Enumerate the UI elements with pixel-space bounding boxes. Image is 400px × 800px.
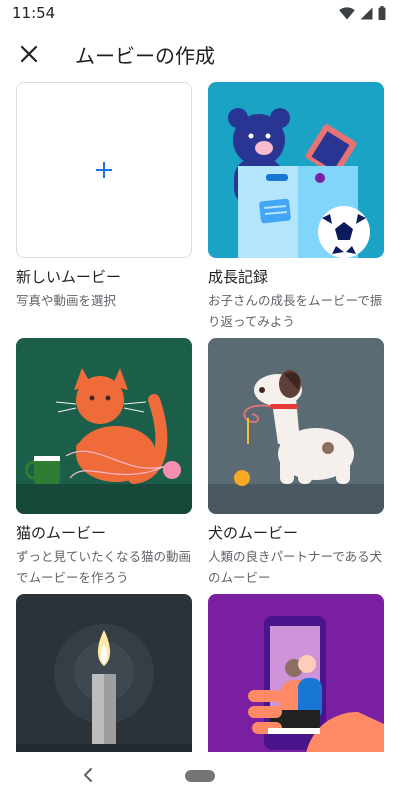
system-nav-bar — [0, 752, 400, 800]
close-icon — [20, 45, 38, 63]
new-movie-thumbnail[interactable] — [16, 82, 192, 258]
status-icons — [339, 6, 386, 20]
home-pill-button[interactable] — [185, 770, 215, 782]
dog-illustration — [208, 338, 384, 514]
cat-thumbnail[interactable] — [16, 338, 192, 514]
card-candle-movie[interactable] — [16, 594, 192, 752]
card-description: 人類の良きパートナーである犬のムービー — [208, 549, 383, 585]
card-description: ずっと見ていたくなる猫の動画でムービーを作ろう — [16, 549, 192, 585]
candle-thumbnail[interactable] — [16, 594, 192, 752]
status-bar: 11:54 — [0, 0, 400, 26]
card-selfie-movie[interactable] — [208, 594, 384, 752]
wifi-icon — [339, 6, 355, 19]
card-title: 猫のムービー — [16, 524, 107, 542]
signal-icon — [360, 7, 373, 19]
card-cat-movie[interactable]: 猫のムービー ずっと見ていたくなる猫の動画でムービーを作ろう — [16, 338, 192, 588]
close-button[interactable] — [1, 26, 57, 82]
card-title: 新しいムービー — [16, 268, 122, 286]
card-title: 成長記録 — [208, 268, 269, 286]
page-title: ムービーの作成 — [75, 43, 215, 68]
card-description: 写真や動画を選択 — [16, 293, 117, 308]
battery-icon — [378, 6, 386, 20]
plus-icon — [96, 162, 112, 178]
candle-illustration — [16, 594, 192, 752]
card-title: 犬のムービー — [208, 524, 299, 542]
selfie-illustration — [208, 594, 384, 752]
growth-thumbnail[interactable] — [208, 82, 384, 258]
dog-thumbnail[interactable] — [208, 338, 384, 514]
toy-box-illustration — [208, 82, 384, 258]
back-icon[interactable] — [76, 762, 100, 788]
card-description: お子さんの成長をムービーで振り返ってみよう — [208, 293, 383, 329]
status-time: 11:54 — [12, 4, 56, 22]
selfie-thumbnail[interactable] — [208, 594, 384, 752]
cat-illustration — [16, 338, 192, 514]
card-growth-record[interactable]: 成長記録 お子さんの成長をムービーで振り返ってみよう — [208, 82, 384, 332]
template-grid[interactable]: 新しいムービー 写真や動画を選択 成長記録 お子さんの成長をムービーで振り返って… — [0, 82, 400, 752]
app-bar: ムービーの作成 — [0, 26, 400, 82]
card-new-movie[interactable]: 新しいムービー 写真や動画を選択 — [16, 82, 192, 311]
card-dog-movie[interactable]: 犬のムービー 人類の良きパートナーである犬のムービー — [208, 338, 384, 588]
